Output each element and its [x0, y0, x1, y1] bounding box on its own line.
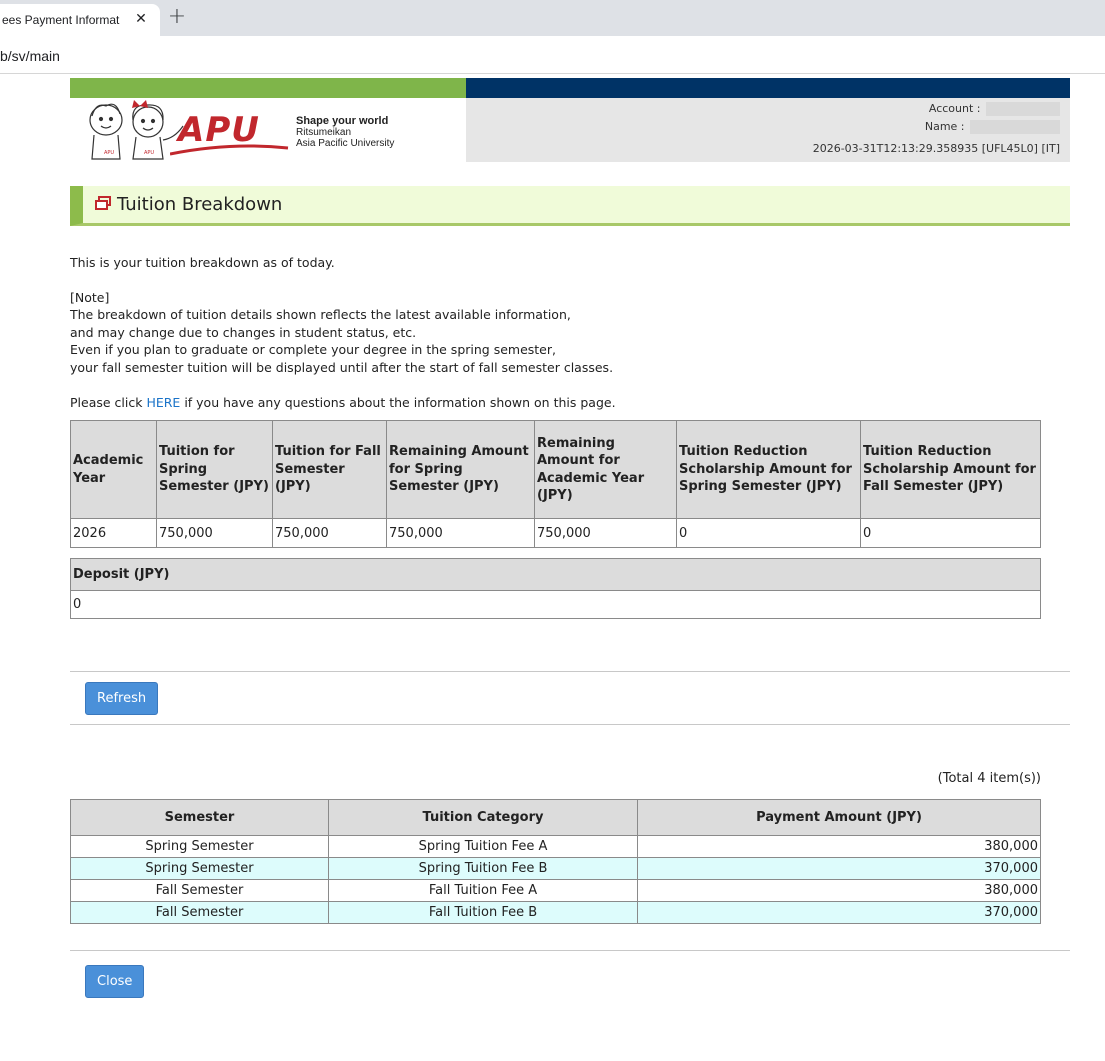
table-row: Spring Semester Spring Tuition Fee B 370…	[70, 857, 1041, 881]
cell-semester: Fall Semester	[70, 879, 329, 903]
contact-line: Please click HERE if you have any questi…	[70, 394, 1070, 412]
account-label: Account :	[928, 102, 981, 115]
intro-text: This is your tuition breakdown as of tod…	[70, 254, 1070, 411]
table-row: Spring Semester Spring Tuition Fee A 380…	[70, 835, 1041, 859]
site-header: APU APU APU Shape your world Ritsumeikan…	[70, 98, 1070, 162]
col-scholarship-fall: Tuition Reduction Scholarship Amount for…	[860, 420, 1041, 520]
cell-remaining-year: 750,000	[534, 518, 677, 549]
col-scholarship-spring: Tuition Reduction Scholarship Amount for…	[676, 420, 861, 520]
cell-scholarship-fall: 0	[860, 518, 1041, 549]
refresh-button[interactable]: Refresh	[85, 682, 159, 716]
apu-logo[interactable]: APU APU APU Shape your world Ritsumeikan…	[70, 98, 466, 162]
cell-amount: 380,000	[637, 835, 1041, 859]
intro-line: This is your tuition breakdown as of tod…	[70, 255, 335, 270]
total-count: (Total 4 item(s))	[937, 771, 1041, 787]
cell-semester: Spring Semester	[70, 857, 329, 881]
top-color-bar	[70, 78, 1070, 98]
svg-text:APU: APU	[144, 150, 154, 156]
col-spring-tuition: Tuition for Spring Semester (JPY)	[156, 420, 273, 520]
cell-remaining-spring: 750,000	[386, 518, 535, 549]
session-info: 2026-03-31T12:13:29.358935 [UFL45L0] [IT…	[812, 142, 1060, 155]
cell-category: Fall Tuition Fee B	[328, 901, 638, 925]
col-tuition-category: Tuition Category	[328, 799, 638, 837]
deposit-table: Deposit (JPY) 0	[70, 558, 1041, 620]
tab-title: ees Payment Informat	[2, 13, 120, 27]
refresh-bar: Refresh	[70, 672, 1070, 724]
browser-tab-bar: ees Payment Informat ✕ +	[0, 0, 1105, 36]
cell-spring-tuition: 750,000	[156, 518, 273, 549]
logo-swoosh	[170, 144, 289, 156]
account-panel: Account : Name : 2026-03-31T12:13:29.358…	[466, 98, 1070, 162]
account-row: Account :	[929, 102, 1060, 116]
col-remaining-spring: Remaining Amount for Spring Semester (JP…	[386, 420, 535, 520]
page-title: Tuition Breakdown	[117, 194, 283, 215]
divider	[70, 724, 1070, 726]
browser-tab[interactable]: ees Payment Informat ✕	[0, 4, 160, 36]
cell-category: Spring Tuition Fee B	[328, 857, 638, 881]
col-remaining-year: Remaining Amount for Academic Year (JPY)	[534, 420, 677, 520]
col-fall-tuition: Tuition for Fall Semester (JPY)	[272, 420, 387, 520]
cell-fall-tuition: 750,000	[272, 518, 387, 549]
summary-header-row: Academic Year Tuition for Spring Semeste…	[70, 420, 1041, 520]
here-link[interactable]: HERE	[146, 395, 180, 410]
name-label: Name :	[924, 120, 965, 133]
cell-semester: Fall Semester	[70, 901, 329, 925]
cell-amount: 380,000	[637, 879, 1041, 903]
deposit-header: Deposit (JPY)	[70, 558, 1041, 592]
deposit-value: 0	[70, 590, 1041, 620]
cell-category: Spring Tuition Fee A	[328, 835, 638, 859]
contact-suffix: if you have any questions about the info…	[180, 394, 616, 410]
contact-prefix: Please click	[70, 394, 147, 410]
cell-semester: Spring Semester	[70, 835, 329, 859]
page-content: APU APU APU Shape your world Ritsumeikan…	[70, 78, 1070, 999]
detail-header-row: Semester Tuition Category Payment Amount…	[70, 799, 1041, 837]
address-bar[interactable]: b/sv/main	[0, 36, 1105, 74]
cell-amount: 370,000	[637, 901, 1041, 925]
cell-academic-year: 2026	[70, 518, 157, 549]
payment-detail-table: Semester Tuition Category Payment Amount…	[70, 799, 1041, 925]
svg-text:APU: APU	[104, 150, 114, 156]
note-heading: [Note]	[70, 289, 110, 305]
col-semester: Semester	[70, 799, 329, 837]
logo-university-line2: Asia Pacific University	[296, 138, 395, 149]
note-line-3: Even if you plan to graduate or complete…	[70, 342, 556, 358]
tab-close-icon[interactable]: ✕	[132, 10, 150, 28]
table-row: Fall Semester Fall Tuition Fee B 370,000	[70, 901, 1041, 925]
col-academic-year: Academic Year	[70, 420, 157, 520]
cell-amount: 370,000	[637, 857, 1041, 881]
name-value-redacted	[970, 120, 1060, 134]
table-row: Fall Semester Fall Tuition Fee A 380,000	[70, 879, 1041, 903]
note-line-4: your fall semester tuition will be displ…	[70, 359, 614, 375]
logo-tagline: Shape your world	[296, 115, 389, 127]
note-line-1: The breakdown of tuition details shown r…	[70, 307, 571, 323]
summary-row: 2026 750,000 750,000 750,000 750,000 0 0	[70, 518, 1041, 549]
page-title-bar: Tuition Breakdown	[70, 186, 1070, 226]
close-bar: Close	[70, 951, 1070, 999]
col-payment-amount: Payment Amount (JPY)	[637, 799, 1041, 837]
window-icon	[95, 195, 111, 214]
note-line-2: and may change due to changes in student…	[70, 324, 417, 340]
logo-tagline-block: Shape your world Ritsumeikan Asia Pacifi…	[296, 115, 395, 150]
top-bar-green	[70, 78, 466, 98]
account-value-redacted	[986, 102, 1060, 116]
top-bar-navy	[466, 78, 1070, 98]
cell-scholarship-spring: 0	[676, 518, 861, 549]
logo-university-line1: Ritsumeikan	[296, 127, 352, 138]
new-tab-icon[interactable]: +	[165, 6, 189, 30]
name-row: Name :	[925, 120, 1060, 134]
close-button[interactable]: Close	[85, 965, 145, 999]
tuition-summary-table: Academic Year Tuition for Spring Semeste…	[70, 420, 1041, 549]
url-text[interactable]: b/sv/main	[0, 48, 60, 64]
cell-category: Fall Tuition Fee A	[328, 879, 638, 903]
